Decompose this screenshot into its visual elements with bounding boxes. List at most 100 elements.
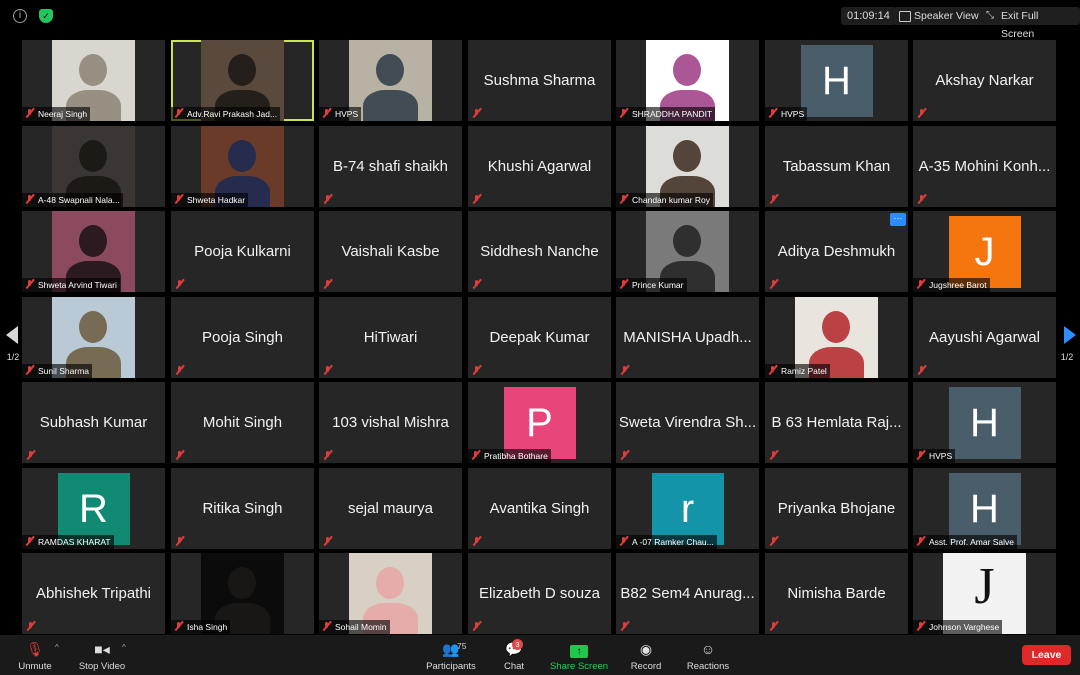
person-silhouette-icon — [228, 567, 256, 599]
participant-tile[interactable]: Sohail Momin — [319, 553, 462, 634]
participant-tile[interactable]: B82 Sem4 Anurag... — [616, 553, 759, 634]
participant-tile[interactable]: Neeraj Singh — [22, 40, 165, 121]
share-screen-icon: ↑ — [548, 640, 610, 658]
more-options-icon[interactable]: ··· — [890, 213, 906, 226]
participant-tile[interactable]: Sweta Virendra Sh... — [616, 382, 759, 463]
participant-tile[interactable]: R RAMDAS KHARAT — [22, 468, 165, 549]
participant-tile[interactable]: Deepak Kumar — [468, 297, 611, 378]
participant-tile[interactable]: HiTiwari — [319, 297, 462, 378]
participant-tile[interactable]: Ritika Singh — [171, 468, 314, 549]
share-screen-button[interactable]: ↑ Share Screen — [548, 640, 610, 672]
meeting-toolbar: 🎙 Unmute ^ ■◂ Stop Video ^ 👥 75 Particip… — [0, 635, 1080, 675]
share-screen-label: Share Screen — [549, 661, 609, 672]
audio-options-caret-icon[interactable]: ^ — [55, 643, 59, 652]
participant-name: Sohail Momin — [335, 622, 387, 632]
participant-tile[interactable]: H Asst. Prof. Amar Salve — [913, 468, 1056, 549]
muted-mic-icon — [25, 108, 35, 118]
participant-tile[interactable]: Pooja Singh — [171, 297, 314, 378]
muted-mic-icon — [25, 365, 35, 375]
participant-tile[interactable]: Shweta Arvind Tiwari — [22, 211, 165, 292]
participant-tile[interactable]: MANISHA Upadh... — [616, 297, 759, 378]
participant-tile[interactable]: Abhishek Tripathi — [22, 553, 165, 634]
participant-name: Abhishek Tripathi — [35, 585, 152, 602]
muted-mic-icon — [323, 536, 333, 546]
participant-name: Jugshree Barot — [929, 280, 987, 290]
participant-tile[interactable]: Elizabeth D souza — [468, 553, 611, 634]
participant-tile[interactable]: Tabassum Khan — [765, 126, 908, 207]
participant-tile[interactable]: P Pratibha Bothare — [468, 382, 611, 463]
participant-name: Pooja Singh — [202, 329, 283, 346]
participant-label: A-48 Swapnali Nala... — [22, 193, 123, 207]
participant-tile[interactable]: Mohit Singh — [171, 382, 314, 463]
reactions-button[interactable]: ☺ Reactions — [685, 640, 731, 672]
participant-label: Neeraj Singh — [22, 107, 91, 121]
record-button[interactable]: ◉ Record — [628, 640, 664, 672]
participant-tile[interactable]: Isha Singh — [171, 553, 314, 634]
participant-label: A -07 Ramker Chau... — [616, 535, 717, 549]
video-options-caret-icon[interactable]: ^ — [122, 643, 126, 652]
chat-button[interactable]: 💬 3 Chat — [500, 639, 528, 672]
participant-tile[interactable]: rA -07 Ramker Chau... — [616, 468, 759, 549]
participant-tile[interactable]: Vaishali Kasbe — [319, 211, 462, 292]
top-bar: i ✓ 01:09:14 Speaker View ⤡ Exit Full Sc… — [0, 0, 1080, 40]
participant-name: Sushma Sharma — [483, 72, 596, 89]
participant-tile[interactable]: A-48 Swapnali Nala... — [22, 126, 165, 207]
exit-full-screen-button[interactable]: ⤡ Exit Full Screen — [981, 7, 1080, 40]
participant-name: Isha Singh — [187, 622, 228, 632]
participants-button[interactable]: 👥 75 Participants — [423, 640, 479, 672]
participant-tile[interactable]: Khushi Agarwal — [468, 126, 611, 207]
shield-icon[interactable]: ✓ — [39, 9, 53, 23]
participant-tile[interactable]: B-74 shafi shaikh — [319, 126, 462, 207]
person-silhouette-icon — [673, 54, 701, 86]
stop-video-label: Stop Video — [78, 661, 126, 672]
participant-tile[interactable]: A-35 Mohini Konh... — [913, 126, 1056, 207]
leave-button[interactable]: Leave — [1022, 645, 1071, 665]
participant-tile[interactable]: Sunil Sharma — [22, 297, 165, 378]
participant-name: Prince Kumar — [632, 280, 684, 290]
participant-label: Asst. Prof. Amar Salve — [913, 535, 1018, 549]
muted-mic-icon — [768, 108, 778, 118]
unmute-button[interactable]: 🎙 Unmute — [15, 640, 55, 672]
participant-tile[interactable]: Aditya Deshmukh ··· — [765, 211, 908, 292]
participant-tile[interactable]: Subhash Kumar — [22, 382, 165, 463]
participant-tile[interactable]: J Jugshree Barot — [913, 211, 1056, 292]
participant-tile[interactable]: Shweta Hadkar — [171, 126, 314, 207]
participant-tile[interactable]: Pooja Kulkarni — [171, 211, 314, 292]
participant-tile[interactable]: H HVPS — [913, 382, 1056, 463]
participant-tile[interactable]: HVPS — [319, 40, 462, 121]
participant-tile[interactable]: Siddhesh Nanche — [468, 211, 611, 292]
participant-label: HVPS — [765, 107, 808, 121]
muted-mic-icon — [322, 108, 332, 118]
stop-video-button[interactable]: ■◂ Stop Video — [76, 640, 128, 672]
participant-tile[interactable]: J Johnson Varghese — [913, 553, 1056, 634]
participant-tile[interactable]: SHRADDHA PANDIT — [616, 40, 759, 121]
muted-mic-icon — [620, 621, 630, 631]
muted-mic-icon — [175, 365, 185, 375]
participant-name: Avantika Singh — [489, 500, 590, 517]
participant-tile[interactable]: Prince Kumar — [616, 211, 759, 292]
participant-name: HVPS — [781, 109, 805, 119]
participant-tile[interactable]: B 63 Hemlata Raj... — [765, 382, 908, 463]
participant-tile[interactable]: Sushma Sharma — [468, 40, 611, 121]
speaker-view-button[interactable]: Speaker View — [894, 7, 985, 25]
muted-mic-icon — [25, 279, 35, 289]
participant-tile[interactable]: Avantika Singh — [468, 468, 611, 549]
participant-tile[interactable]: sejal maurya — [319, 468, 462, 549]
participant-tile[interactable]: Priyanka Bhojane — [765, 468, 908, 549]
participant-tile[interactable]: Ramiz Patel — [765, 297, 908, 378]
participant-name: Vaishali Kasbe — [341, 243, 440, 260]
participant-tile[interactable]: Chandan kumar Roy — [616, 126, 759, 207]
participant-tile[interactable]: 103 vishal Mishra — [319, 382, 462, 463]
participant-name: Khushi Agarwal — [487, 158, 592, 175]
participants-icon: 👥 — [442, 641, 460, 657]
speaker-view-label: Speaker View — [914, 10, 979, 22]
participant-tile[interactable]: Akshay Narkar — [913, 40, 1056, 121]
participant-tile[interactable]: Aayushi Agarwal — [913, 297, 1056, 378]
muted-mic-icon — [916, 279, 926, 289]
muted-mic-icon — [619, 108, 629, 118]
person-silhouette-icon — [673, 140, 701, 172]
info-icon[interactable]: i — [13, 9, 27, 23]
participant-tile[interactable]: Nimisha Barde — [765, 553, 908, 634]
participant-tile[interactable]: Adv.Ravi Prakash Jad... — [171, 40, 314, 121]
participant-tile[interactable]: H HVPS — [765, 40, 908, 121]
